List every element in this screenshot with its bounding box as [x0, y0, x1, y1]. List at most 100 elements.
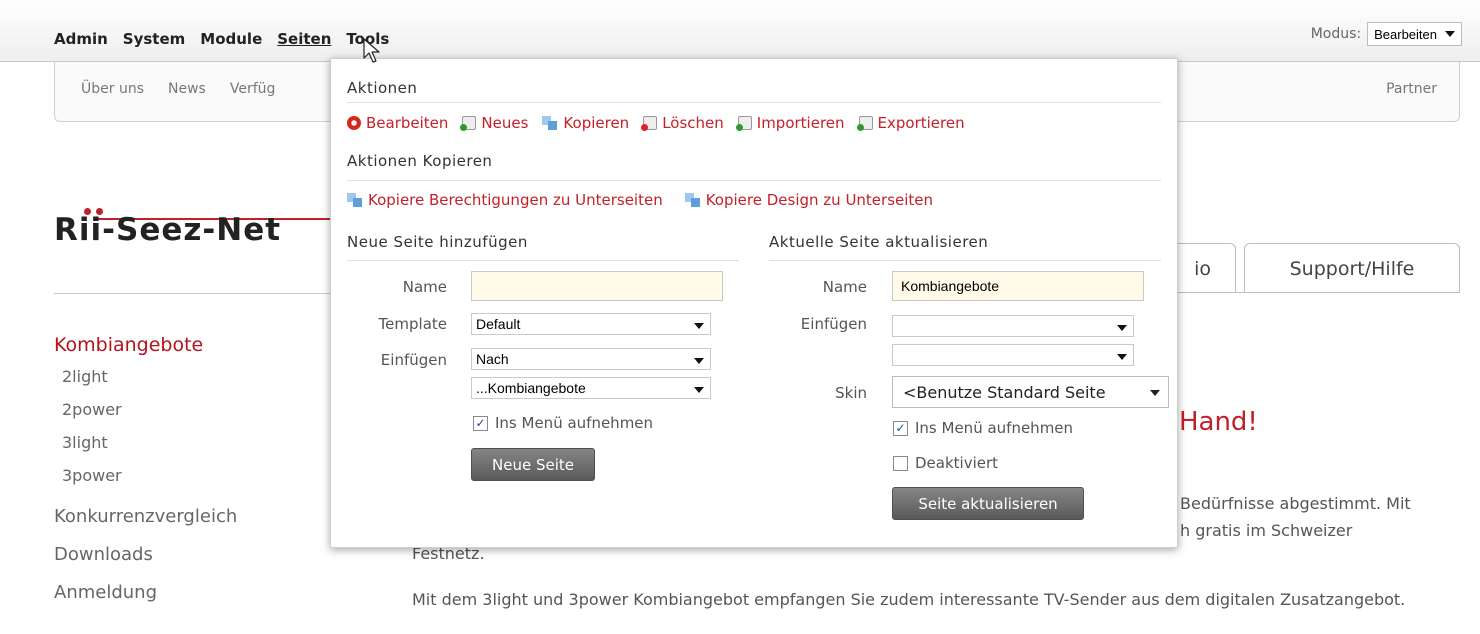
copy-icon: [684, 193, 701, 207]
copy-icon: [542, 116, 558, 130]
new-page-name-input[interactable]: [471, 271, 723, 301]
chevron-down-icon: [694, 387, 704, 393]
new-page-name-label: Name: [402, 278, 447, 296]
new-page-title: Neue Seite hinzufügen: [347, 233, 528, 251]
menu-seiten[interactable]: Seiten: [277, 30, 331, 48]
new-page-insert-label: Einfügen: [380, 351, 447, 369]
content-text-line: Festnetz.: [412, 548, 485, 564]
chevron-down-icon: [1117, 325, 1127, 331]
mode-label: Modus:: [1310, 26, 1362, 42]
copy-permissions-action[interactable]: Kopiere Berechtigungen zu Unterseiten: [347, 191, 663, 209]
skin-label: Skin: [835, 384, 867, 402]
copy-action[interactable]: Kopieren: [542, 114, 629, 132]
nav-partner[interactable]: Partner: [1386, 81, 1437, 97]
mode-select-value: Bearbeiten: [1374, 26, 1437, 42]
gear-icon: [347, 116, 361, 130]
skin-select[interactable]: <Benutze Standard Seite: [892, 376, 1169, 408]
admin-menu: Admin System Module Seiten Tools: [54, 30, 389, 48]
copy-permissions-label: Kopiere Berechtigungen zu Unterseiten: [368, 191, 663, 209]
chevron-down-icon: [694, 323, 704, 329]
new-page-icon: [460, 116, 477, 131]
content-text-line: h gratis im Schweizer: [1180, 521, 1353, 540]
template-label: Template: [378, 315, 447, 333]
checkbox-checked-icon: ✓: [473, 415, 488, 431]
mode-select[interactable]: Bearbeiten: [1367, 22, 1462, 46]
update-page-name-input[interactable]: Kombiangebote: [892, 271, 1144, 301]
copy-design-action[interactable]: Kopiere Design zu Unterseiten: [684, 191, 934, 209]
update-page-menu-checkbox-label: Ins Menü aufnehmen: [915, 419, 1074, 437]
template-select[interactable]: Default: [471, 313, 711, 335]
copy-action-label: Kopieren: [563, 114, 630, 132]
chevron-down-icon: [694, 358, 704, 364]
divider: [347, 260, 739, 261]
divider: [769, 260, 1161, 261]
sidebar-subitem-2power[interactable]: 2power: [54, 399, 237, 432]
edit-action[interactable]: Bearbeiten: [347, 114, 448, 132]
new-page-menu-checkbox-label: Ins Menü aufnehmen: [495, 414, 654, 432]
nav-ueber-uns[interactable]: Über uns: [81, 81, 144, 97]
chevron-down-icon: [1445, 31, 1455, 37]
divider: [347, 102, 1161, 103]
update-page-insert-position-select[interactable]: [892, 315, 1134, 337]
deactivated-checkbox-label: Deaktiviert: [915, 454, 999, 472]
delete-page-icon: [641, 116, 658, 131]
copy-actions-title: Aktionen Kopieren: [347, 152, 493, 170]
copy-actions: Kopiere Berechtigungen zu Unterseiten Ko…: [347, 191, 933, 209]
update-page-title: Aktuelle Seite aktualisieren: [769, 233, 989, 251]
update-page-menu-checkbox[interactable]: ✓ Ins Menü aufnehmen: [893, 419, 1073, 437]
new-action[interactable]: Neues: [460, 114, 529, 132]
checkbox-unchecked-icon: [893, 455, 908, 471]
export-icon: [856, 116, 873, 131]
import-action-label: Importieren: [756, 114, 845, 132]
copy-design-label: Kopiere Design zu Unterseiten: [705, 191, 934, 209]
export-action[interactable]: Exportieren: [856, 114, 965, 132]
update-page-name-label: Name: [822, 278, 867, 296]
divider: [54, 293, 344, 294]
nav-verfuegbarkeit[interactable]: Verfüg: [230, 81, 276, 97]
sidebar: Kombiangebote 2light 2power 3light 3powe…: [54, 334, 237, 618]
new-page-button[interactable]: Neue Seite: [471, 448, 595, 481]
delete-action[interactable]: Löschen: [641, 114, 724, 132]
sidebar-item-kombiangebote[interactable]: Kombiangebote: [54, 334, 237, 356]
mode-switcher: Modus: Bearbeiten: [1311, 22, 1462, 46]
logo-text: Rii-Seez-Net: [54, 212, 282, 248]
sidebar-item-konkurrenzvergleich[interactable]: Konkurrenzvergleich: [54, 504, 237, 542]
seiten-dropdown-panel: Aktionen Bearbeiten Neues Kopieren Lösch…: [330, 58, 1178, 548]
import-action[interactable]: Importieren: [735, 114, 845, 132]
skin-select-value: <Benutze Standard Seite: [903, 383, 1106, 402]
sidebar-subitem-2light[interactable]: 2light: [54, 366, 237, 399]
sidebar-subitem-3power[interactable]: 3power: [54, 465, 237, 498]
new-action-label: Neues: [481, 114, 529, 132]
insert-position-value: Nach: [476, 351, 509, 367]
update-page-insert-reference-select[interactable]: [892, 344, 1134, 366]
insert-reference-value: ...Kombiangebote: [476, 380, 586, 396]
admin-control-bar: Admin System Module Seiten Tools Modus: …: [0, 0, 1480, 62]
new-page-menu-checkbox[interactable]: ✓ Ins Menü aufnehmen: [473, 414, 653, 432]
new-page-insert-position-select[interactable]: Nach: [471, 348, 711, 370]
deactivated-checkbox[interactable]: Deaktiviert: [893, 454, 998, 472]
actions-title: Aktionen: [347, 79, 418, 97]
menu-system[interactable]: System: [123, 30, 185, 48]
mouse-pointer-icon: [363, 38, 380, 63]
sidebar-subitem-3light[interactable]: 3light: [54, 432, 237, 465]
content-text-cut: Festnetz.: [412, 548, 485, 563]
divider: [347, 180, 1161, 181]
sidebar-item-anmeldung[interactable]: Anmeldung: [54, 580, 237, 618]
checkbox-checked-icon: ✓: [893, 420, 908, 436]
content-text-line: Bedürfnisse abgestimmt. Mit: [1180, 494, 1411, 513]
copy-icon: [347, 193, 363, 207]
page-actions: Bearbeiten Neues Kopieren Löschen Import…: [347, 114, 965, 132]
import-icon: [735, 116, 752, 131]
template-select-value: Default: [476, 316, 521, 332]
tab-support-hilfe[interactable]: Support/Hilfe: [1244, 243, 1460, 293]
update-page-button[interactable]: Seite aktualisieren: [892, 487, 1084, 520]
site-logo[interactable]: Rii-Seez-Net: [54, 208, 344, 252]
chevron-down-icon: [1150, 390, 1160, 396]
sidebar-item-downloads[interactable]: Downloads: [54, 542, 237, 580]
nav-news[interactable]: News: [168, 81, 206, 97]
menu-module[interactable]: Module: [200, 30, 262, 48]
menu-admin[interactable]: Admin: [54, 30, 108, 48]
new-page-insert-reference-select[interactable]: ...Kombiangebote: [471, 377, 711, 399]
chevron-down-icon: [1117, 354, 1127, 360]
delete-action-label: Löschen: [662, 114, 724, 132]
